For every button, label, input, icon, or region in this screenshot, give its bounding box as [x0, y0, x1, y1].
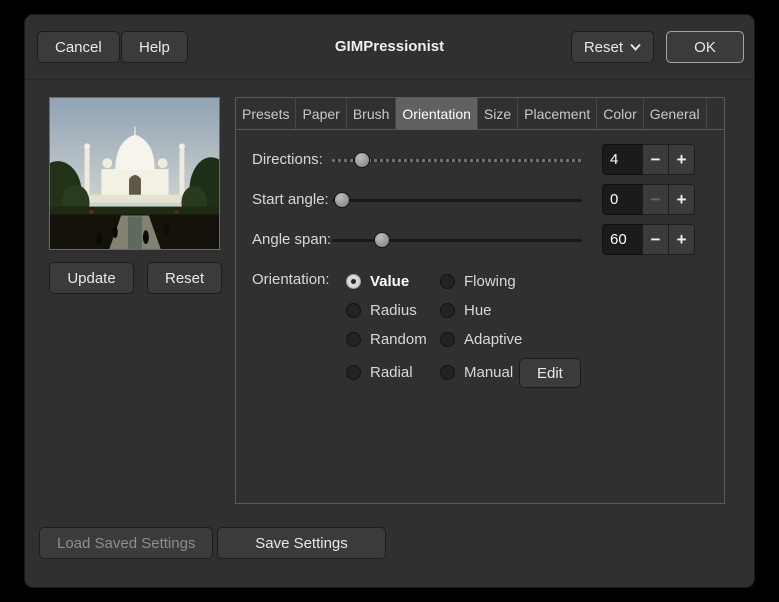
- radio-option-label: Radius: [370, 301, 417, 319]
- tab-orientation[interactable]: Orientation: [396, 98, 478, 129]
- slider-handle[interactable]: [354, 152, 370, 168]
- save-settings-button[interactable]: Save Settings: [217, 527, 386, 559]
- directions-plus-button[interactable]: +: [668, 144, 695, 175]
- preview-image[interactable]: [50, 98, 219, 249]
- preview-panel: [49, 97, 220, 250]
- reset-dropdown-button[interactable]: Reset: [570, 31, 654, 63]
- angle-span-value[interactable]: 60: [602, 224, 643, 255]
- radio-icon[interactable]: [346, 302, 361, 318]
- tab-paper[interactable]: Paper: [296, 98, 347, 129]
- radio-option-label: Value: [370, 272, 410, 290]
- radio-option-manual[interactable]: Manual: [440, 362, 513, 382]
- radio-icon[interactable]: [440, 364, 455, 380]
- start-angle-slider[interactable]: [332, 191, 582, 209]
- chevron-down-icon: [630, 43, 641, 51]
- radio-option-flowing[interactable]: Flowing: [440, 271, 516, 291]
- angle-span-minus-button[interactable]: −: [642, 224, 669, 255]
- slider-handle[interactable]: [334, 192, 350, 208]
- directions-label: Directions:: [252, 151, 323, 168]
- load-saved-settings-button: Load Saved Settings: [39, 527, 214, 559]
- tab-size[interactable]: Size: [478, 98, 519, 129]
- tab-presets[interactable]: Presets: [236, 98, 297, 129]
- radio-icon[interactable]: [346, 273, 361, 289]
- radio-option-adaptive[interactable]: Adaptive: [440, 329, 522, 349]
- tab-placement[interactable]: Placement: [518, 98, 598, 129]
- start-angle-minus-button: −: [642, 184, 669, 215]
- ok-button[interactable]: OK: [666, 31, 744, 63]
- slider-track: [332, 239, 582, 242]
- radio-option-radial[interactable]: Radial: [346, 362, 413, 382]
- settings-notebook: Presets Paper Brush Orientation Size Pla…: [235, 97, 725, 504]
- screen: Cancel Help GIMPressionist Reset OK Upda…: [0, 0, 779, 602]
- angle-span-plus-button[interactable]: +: [668, 224, 695, 255]
- radio-option-label: Random: [370, 330, 427, 348]
- directions-slider[interactable]: [332, 151, 582, 169]
- start-angle-value[interactable]: 0: [602, 184, 643, 215]
- slider-handle[interactable]: [374, 232, 390, 248]
- radio-option-label: Adaptive: [464, 330, 523, 348]
- slider-track: [332, 199, 582, 202]
- gimpressionist-dialog: Cancel Help GIMPressionist Reset OK Upda…: [24, 14, 755, 588]
- edit-button[interactable]: Edit: [519, 358, 581, 388]
- radio-icon[interactable]: [440, 302, 455, 318]
- radio-option-hue[interactable]: Hue: [440, 300, 492, 320]
- tab-bar: Presets Paper Brush Orientation Size Pla…: [236, 98, 724, 130]
- tab-color[interactable]: Color: [597, 98, 644, 129]
- radio-icon[interactable]: [440, 273, 455, 289]
- radio-icon[interactable]: [440, 331, 455, 347]
- tab-brush[interactable]: Brush: [347, 98, 397, 129]
- reset-dropdown-label: Reset: [583, 38, 623, 56]
- radio-option-label: Flowing: [464, 272, 516, 290]
- directions-minus-button[interactable]: −: [642, 144, 669, 175]
- radio-option-radius[interactable]: Radius: [346, 300, 417, 320]
- radio-icon[interactable]: [346, 331, 361, 347]
- orientation-label: Orientation:: [252, 271, 330, 288]
- start-angle-plus-button[interactable]: +: [668, 184, 695, 215]
- radio-option-label: Manual: [464, 363, 514, 381]
- radio-option-value[interactable]: Value: [346, 271, 409, 291]
- update-button[interactable]: Update: [49, 262, 134, 294]
- radio-icon[interactable]: [346, 364, 361, 380]
- radio-option-label: Hue: [464, 301, 492, 319]
- preview-reset-button[interactable]: Reset: [147, 262, 223, 294]
- angle-span-slider[interactable]: [332, 231, 582, 249]
- start-angle-label: Start angle:: [252, 191, 329, 208]
- header-bar: Cancel Help GIMPressionist Reset OK: [25, 15, 754, 80]
- directions-value[interactable]: 4: [602, 144, 643, 175]
- tab-general[interactable]: General: [644, 98, 707, 129]
- radio-option-random[interactable]: Random: [346, 329, 427, 349]
- angle-span-label: Angle span:: [252, 231, 332, 248]
- radio-option-label: Radial: [370, 363, 413, 381]
